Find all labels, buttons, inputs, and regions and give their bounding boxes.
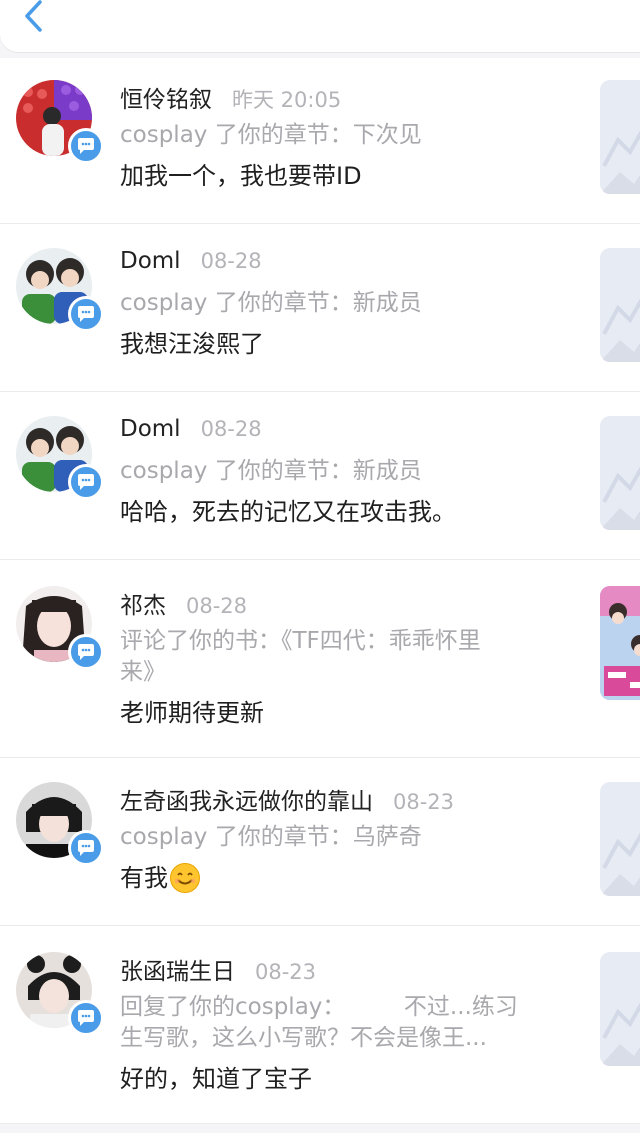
comment-badge xyxy=(68,296,104,332)
comment-badge xyxy=(68,830,104,866)
user-name[interactable]: 张函瑞生日 xyxy=(120,952,235,986)
message-content: 老师期待更新 xyxy=(120,697,580,729)
chapter-thumbnail[interactable] xyxy=(600,248,640,362)
chevron-left-icon xyxy=(25,0,42,32)
user-name[interactable]: 祁杰 xyxy=(120,586,166,620)
message-text: 我想汪浚熙了 xyxy=(120,330,264,358)
action-text[interactable]: cosplay 了你的章节：下次见 xyxy=(120,120,580,151)
chat-bubble-icon xyxy=(78,1010,94,1026)
timestamp: 08-28 xyxy=(200,249,262,273)
chat-bubble-icon xyxy=(78,138,94,154)
action-text[interactable]: 回复了你的cosplay： 不过...练习 生写歌，这么小写歌？不会是像王... xyxy=(120,992,580,1054)
timestamp: 08-23 xyxy=(393,790,455,814)
top-bar xyxy=(0,0,640,52)
notification-item[interactable]: 恒伶铭叙 昨天 20:05 cosplay 了你的章节：下次见 加我一个，我也要… xyxy=(0,58,640,224)
chapter-thumbnail[interactable] xyxy=(600,782,640,896)
chapter-thumbnail[interactable] xyxy=(600,416,640,530)
notification-item[interactable]: Doml 08-28 cosplay 了你的章节：新成员 我想汪浚熙了 xyxy=(0,224,640,392)
notification-list: 恒伶铭叙 昨天 20:05 cosplay 了你的章节：下次见 加我一个，我也要… xyxy=(0,58,640,1124)
image-placeholder-icon xyxy=(600,466,640,530)
timestamp: 08-28 xyxy=(200,417,262,441)
avatar[interactable] xyxy=(16,248,104,332)
action-text[interactable]: cosplay 了你的章节：新成员 xyxy=(120,288,580,319)
chat-bubble-icon xyxy=(78,474,94,490)
message-content: 好的，知道了宝子 xyxy=(120,1063,580,1095)
message-content: 哈哈，死去的记忆又在攻击我。 xyxy=(120,496,580,528)
message-content: 加我一个，我也要带ID xyxy=(120,160,580,192)
action-text-line: 生写歌，这么小写歌？不会是像王... xyxy=(120,1025,487,1051)
image-placeholder-icon xyxy=(600,130,640,194)
timestamp: 08-23 xyxy=(255,960,317,984)
avatar[interactable] xyxy=(16,952,104,1036)
notification-item[interactable]: Doml 08-28 cosplay 了你的章节：新成员 哈哈，死去的记忆又在攻… xyxy=(0,392,640,560)
image-placeholder-icon xyxy=(600,298,640,362)
user-name[interactable]: 恒伶铭叙 xyxy=(120,80,212,114)
user-name[interactable]: Doml xyxy=(120,248,181,274)
smile-emoji-icon xyxy=(170,863,200,893)
image-placeholder-icon xyxy=(600,1002,640,1066)
comment-badge xyxy=(68,1000,104,1036)
message-content: 有我 xyxy=(120,862,580,894)
action-text-line: 来》 xyxy=(120,659,166,685)
avatar[interactable] xyxy=(16,416,104,500)
chat-bubble-icon xyxy=(78,840,94,856)
comment-badge xyxy=(68,128,104,164)
user-name[interactable]: 左奇函我永远做你的靠山 xyxy=(120,782,373,816)
chapter-thumbnail[interactable] xyxy=(600,952,640,1066)
action-text[interactable]: 评论了你的书：《TF四代：乖乖怀里 来》 xyxy=(120,626,580,688)
avatar[interactable] xyxy=(16,782,104,866)
message-text: 老师期待更新 xyxy=(120,699,264,727)
comment-badge xyxy=(68,634,104,670)
message-text: 有我 xyxy=(120,864,168,892)
comment-badge xyxy=(68,464,104,500)
timestamp: 昨天 20:05 xyxy=(232,88,342,112)
action-text[interactable]: cosplay 了你的章节：乌萨奇 xyxy=(120,822,580,853)
message-text: 哈哈，死去的记忆又在攻击我。 xyxy=(120,498,456,526)
avatar[interactable] xyxy=(16,80,104,164)
book-cover-thumbnail[interactable] xyxy=(600,586,640,700)
back-button[interactable] xyxy=(14,0,54,36)
image-placeholder-icon xyxy=(600,832,640,896)
action-text-line: 评论了你的书：《TF四代：乖乖怀里 xyxy=(120,628,481,654)
notification-item[interactable]: 祁杰 08-28 评论了你的书：《TF四代：乖乖怀里 来》 老师期待更新 xyxy=(0,560,640,758)
chat-bubble-icon xyxy=(78,306,94,322)
book-cover-image xyxy=(600,586,640,700)
chapter-thumbnail[interactable] xyxy=(600,80,640,194)
action-text-line: 回复了你的cosplay： 不过...练习 xyxy=(120,994,518,1020)
avatar[interactable] xyxy=(16,586,104,670)
message-text: 加我一个，我也要带ID xyxy=(120,162,362,190)
message-content: 我想汪浚熙了 xyxy=(120,328,580,360)
action-text[interactable]: cosplay 了你的章节：新成员 xyxy=(120,456,580,487)
notification-item[interactable]: 张函瑞生日 08-23 回复了你的cosplay： 不过...练习 生写歌，这么… xyxy=(0,926,640,1124)
chat-bubble-icon xyxy=(78,644,94,660)
message-text: 好的，知道了宝子 xyxy=(120,1065,312,1093)
timestamp: 08-28 xyxy=(186,594,248,618)
user-name[interactable]: Doml xyxy=(120,416,181,442)
notification-item[interactable]: 左奇函我永远做你的靠山 08-23 cosplay 了你的章节：乌萨奇 有我 xyxy=(0,758,640,926)
